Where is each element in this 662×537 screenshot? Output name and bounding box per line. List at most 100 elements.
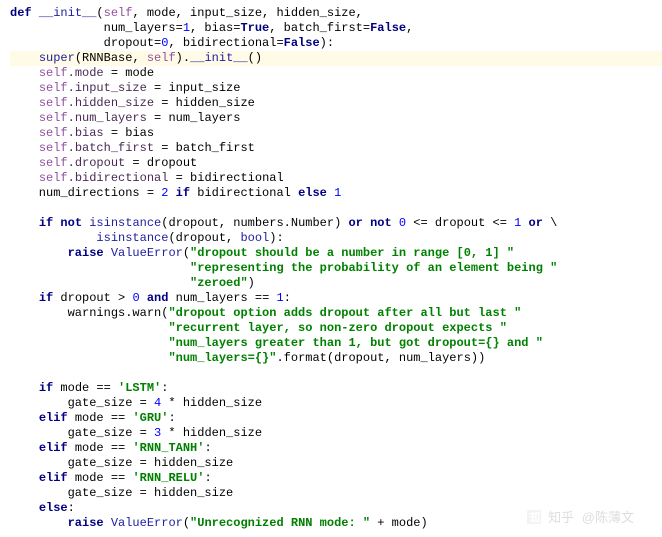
code-token: gate_size = — [10, 396, 154, 410]
code-token — [392, 216, 399, 230]
code-token — [140, 291, 147, 305]
code-token: , bidirectional= — [168, 36, 283, 50]
code-token — [10, 441, 39, 455]
code-line: else: — [10, 501, 662, 516]
code-line: gate_size = 4 * hidden_size — [10, 396, 662, 411]
code-token: elif — [39, 411, 68, 425]
code-token — [10, 51, 39, 65]
code-token: 'RNN_RELU' — [132, 471, 204, 485]
code-token: (dropout, numbers.Number) — [161, 216, 348, 230]
code-token: 0 — [132, 291, 139, 305]
code-token: super — [39, 51, 75, 65]
code-token — [10, 156, 39, 170]
code-line: super(RNNBase, self).__init__() — [10, 51, 662, 66]
code-token: = mode — [104, 66, 154, 80]
code-line: "num_layers greater than 1, but got drop… — [10, 336, 662, 351]
code-line: dropout=0, bidirectional=False): — [10, 36, 662, 51]
code-token: gate_size = hidden_size — [10, 456, 233, 470]
code-token: 1 — [183, 21, 190, 35]
code-line: "recurrent layer, so non-zero dropout ex… — [10, 321, 662, 336]
code-token: .hidden_size — [68, 96, 154, 110]
code-token: num_layers= — [10, 21, 183, 35]
code-token: else — [39, 501, 68, 515]
code-line: self.dropout = dropout — [10, 156, 662, 171]
code-token — [10, 516, 68, 530]
code-token: dropout= — [10, 36, 161, 50]
code-token: 'RNN_TANH' — [132, 441, 204, 455]
code-token: = dropout — [125, 156, 197, 170]
code-token: raise — [68, 246, 104, 260]
code-token: = num_layers — [147, 111, 241, 125]
code-token: or not — [348, 216, 391, 230]
code-token: self — [147, 51, 176, 65]
code-token: () — [248, 51, 262, 65]
code-token: mode == — [68, 441, 133, 455]
code-token: if — [39, 291, 53, 305]
code-token: num_directions = — [10, 186, 161, 200]
code-line: self.num_layers = num_layers — [10, 111, 662, 126]
code-token: elif — [39, 441, 68, 455]
code-line: gate_size = 3 * hidden_size — [10, 426, 662, 441]
code-token: self — [39, 111, 68, 125]
code-token: raise — [68, 516, 104, 530]
code-token: : — [204, 471, 211, 485]
code-line: def __init__(self, mode, input_size, hid… — [10, 6, 662, 21]
code-token — [10, 351, 168, 365]
code-token: = bidirectional — [168, 171, 283, 185]
code-token: \ — [543, 216, 565, 230]
code-token: ). — [176, 51, 190, 65]
code-token: ): — [320, 36, 334, 50]
code-line: isinstance(dropout, bool): — [10, 231, 662, 246]
code-token — [521, 216, 528, 230]
code-token: : — [168, 411, 175, 425]
code-token: .mode — [68, 66, 104, 80]
code-token: ( — [183, 516, 190, 530]
code-token: ValueError — [111, 516, 183, 530]
code-token: = bias — [104, 126, 154, 140]
code-token: bidirectional — [190, 186, 298, 200]
code-token: * hidden_size — [161, 426, 262, 440]
code-line: if mode == 'LSTM': — [10, 381, 662, 396]
code-token — [10, 291, 39, 305]
code-token: num_layers == — [168, 291, 276, 305]
code-line: elif mode == 'RNN_TANH': — [10, 441, 662, 456]
code-token: = hidden_size — [154, 96, 255, 110]
code-line: self.batch_first = batch_first — [10, 141, 662, 156]
code-token: "Unrecognized RNN mode: " — [190, 516, 370, 530]
code-token — [10, 261, 190, 275]
code-token: "representing the probability of an elem… — [190, 261, 557, 275]
code-token: 'GRU' — [132, 411, 168, 425]
code-line: self.input_size = input_size — [10, 81, 662, 96]
code-token: elif — [39, 471, 68, 485]
code-token — [10, 276, 190, 290]
code-token: __init__ — [190, 51, 248, 65]
code-line: if not isinstance(dropout, numbers.Numbe… — [10, 216, 662, 231]
code-token: or — [529, 216, 543, 230]
code-token: <= dropout <= — [406, 216, 514, 230]
code-token: gate_size = — [10, 426, 154, 440]
code-line — [10, 201, 662, 216]
code-token: __init__ — [39, 6, 97, 20]
code-token — [327, 186, 334, 200]
code-token: "zeroed" — [190, 276, 248, 290]
code-token: + mode) — [370, 516, 428, 530]
code-token: and — [147, 291, 169, 305]
code-line: elif mode == 'RNN_RELU': — [10, 471, 662, 486]
code-block: def __init__(self, mode, input_size, hid… — [10, 6, 662, 531]
code-token — [32, 6, 39, 20]
code-line: num_layers=1, bias=True, batch_first=Fal… — [10, 21, 662, 36]
code-token: 1 — [276, 291, 283, 305]
code-token — [10, 471, 39, 485]
code-line: "zeroed") — [10, 276, 662, 291]
code-line — [10, 366, 662, 381]
code-token: ): — [269, 231, 283, 245]
code-token — [10, 126, 39, 140]
code-token: self — [39, 171, 68, 185]
code-token: "dropout should be a number in range [0,… — [190, 246, 514, 260]
code-token — [10, 411, 39, 425]
code-token: self — [39, 96, 68, 110]
code-token: warnings.warn( — [10, 306, 168, 320]
code-token: if — [39, 381, 53, 395]
code-token: , — [406, 21, 413, 35]
code-token — [10, 66, 39, 80]
